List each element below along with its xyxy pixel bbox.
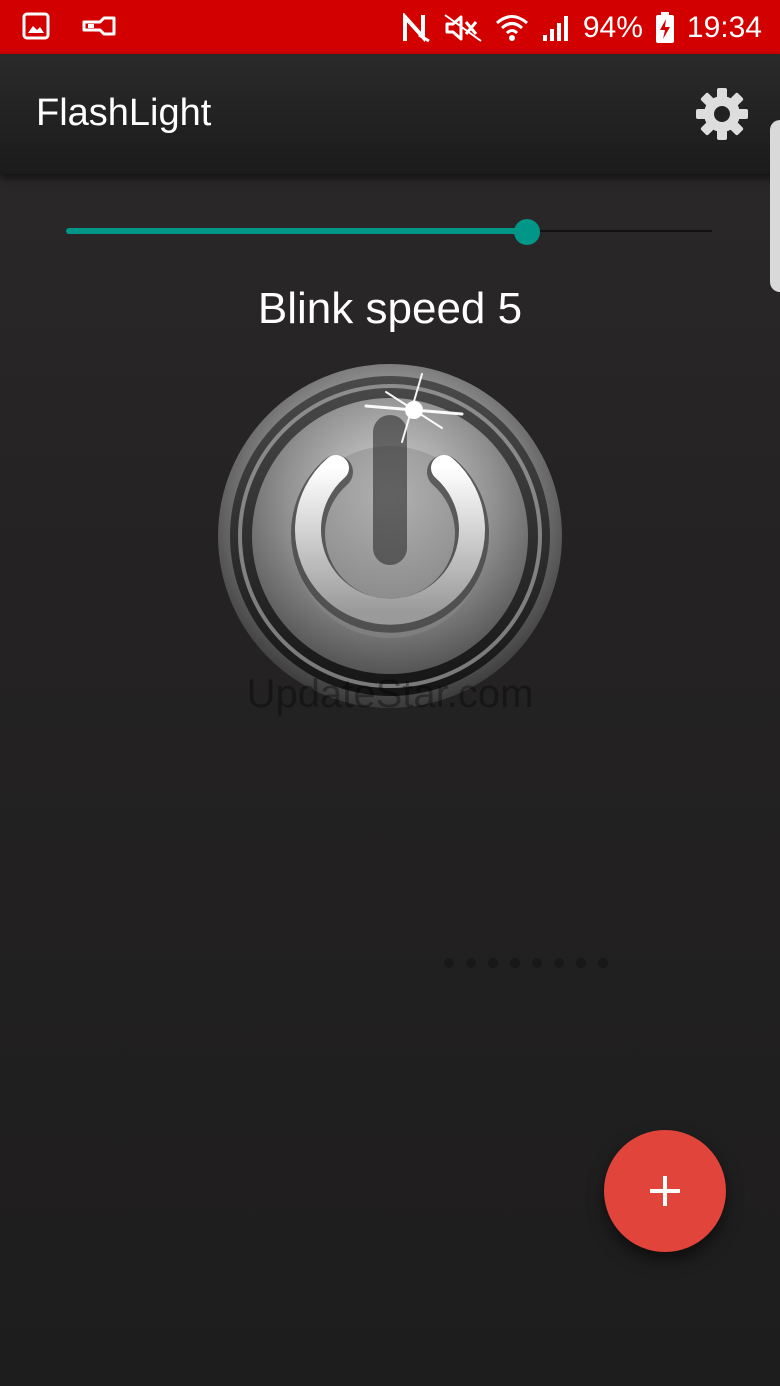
battery-percent: 94%	[582, 11, 643, 44]
slider-thumb[interactable]	[514, 219, 541, 245]
dot	[532, 958, 542, 968]
dot	[554, 958, 564, 968]
battery-charging-icon	[655, 12, 675, 44]
image-icon	[22, 12, 50, 40]
dot	[488, 958, 498, 968]
blink-speed-slider[interactable]	[66, 216, 712, 248]
app-bar: FlashLight	[0, 54, 780, 174]
plus-icon	[650, 1176, 680, 1206]
dot	[576, 958, 586, 968]
screen: 94% 19:34 FlashLight Blink speed 5 Updat…	[0, 0, 780, 1386]
page-dots	[444, 958, 608, 968]
gear-icon	[696, 88, 748, 140]
wifi-icon	[495, 13, 529, 43]
add-button[interactable]	[604, 1130, 726, 1252]
clock: 19:34	[686, 11, 762, 44]
nfc-icon	[401, 13, 431, 43]
power-button[interactable]	[216, 362, 564, 710]
edge-panel-handle[interactable]	[770, 120, 780, 292]
slider-fill	[66, 228, 528, 234]
blink-speed-label: Blink speed 5	[257, 284, 523, 333]
dot	[510, 958, 520, 968]
dot	[598, 958, 608, 968]
app-title: FlashLight	[36, 92, 212, 134]
dot	[466, 958, 476, 968]
settings-button[interactable]	[694, 86, 750, 142]
flashlight-icon	[82, 15, 116, 37]
watermark: UpdateStar.com	[246, 672, 534, 716]
mute-icon	[443, 13, 483, 43]
signal-icon	[541, 13, 571, 43]
dot	[444, 958, 454, 968]
status-bar: 94% 19:34	[0, 0, 780, 54]
power-icon	[218, 364, 562, 708]
